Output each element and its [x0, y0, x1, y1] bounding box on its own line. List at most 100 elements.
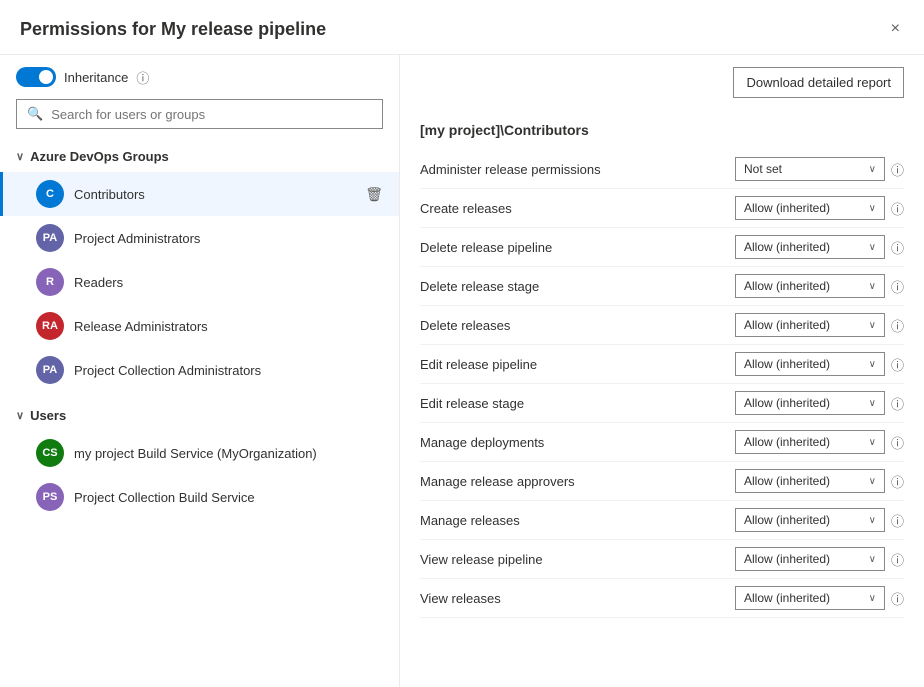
avatar: CS	[36, 439, 64, 467]
permission-value: Allow (inherited)	[744, 318, 830, 332]
permission-value: Allow (inherited)	[744, 396, 830, 410]
chevron-down-icon: ∨	[869, 398, 876, 409]
permission-dropdown[interactable]: Allow (inherited) ∨	[735, 547, 885, 571]
list-item[interactable]: C Contributors 🗑	[0, 172, 399, 216]
left-panel: Inheritance ⓘ 🔍 ∨ Azure DevOps Groups C …	[0, 55, 400, 687]
permission-name: Delete release pipeline	[420, 240, 735, 255]
permission-info-icon[interactable]: ⓘ	[891, 160, 904, 179]
permissions-dialog: Permissions for My release pipeline × In…	[0, 0, 924, 687]
list-item[interactable]: RA Release Administrators 🗑	[0, 304, 399, 348]
group-name: Contributors	[74, 187, 365, 202]
chevron-down-icon: ∨	[869, 554, 876, 565]
avatar: R	[36, 268, 64, 296]
permission-info-icon[interactable]: ⓘ	[891, 199, 904, 218]
avatar: PA	[36, 356, 64, 384]
azure-devops-groups-label: Azure DevOps Groups	[30, 149, 169, 164]
chevron-down-icon: ∨	[16, 150, 24, 163]
permission-value: Allow (inherited)	[744, 240, 830, 254]
permission-info-icon[interactable]: ⓘ	[891, 238, 904, 257]
users-section-header[interactable]: ∨ Users	[0, 400, 399, 431]
inheritance-toggle[interactable]	[16, 67, 56, 87]
permission-info-icon[interactable]: ⓘ	[891, 511, 904, 530]
permission-row: Delete release pipeline Allow (inherited…	[420, 228, 904, 267]
dialog-title: Permissions for My release pipeline	[20, 19, 326, 40]
permission-row: Create releases Allow (inherited) ∨ ⓘ	[420, 189, 904, 228]
delete-icon[interactable]: 🗑	[365, 186, 383, 203]
report-button-row: Download detailed report	[420, 55, 904, 114]
users-section: ∨ Users CS my project Build Service (MyO…	[0, 396, 399, 523]
search-box[interactable]: 🔍	[16, 99, 383, 129]
inheritance-info-icon[interactable]: ⓘ	[136, 68, 149, 87]
permission-info-icon[interactable]: ⓘ	[891, 277, 904, 296]
list-item[interactable]: PA Project Collection Administrators 🗑	[0, 348, 399, 392]
permission-value: Allow (inherited)	[744, 474, 830, 488]
permission-dropdown[interactable]: Allow (inherited) ∨	[735, 391, 885, 415]
azure-devops-groups-header[interactable]: ∨ Azure DevOps Groups	[0, 141, 399, 172]
permission-row: Manage release approvers Allow (inherite…	[420, 462, 904, 501]
chevron-down-icon: ∨	[869, 164, 876, 175]
permission-dropdown[interactable]: Allow (inherited) ∨	[735, 352, 885, 376]
permission-name: Manage releases	[420, 513, 735, 528]
right-panel: Download detailed report [my project]\Co…	[400, 55, 924, 687]
search-icon: 🔍	[27, 106, 43, 122]
permission-dropdown[interactable]: Allow (inherited) ∨	[735, 196, 885, 220]
list-item[interactable]: PA Project Administrators 🗑	[0, 216, 399, 260]
permission-info-icon[interactable]: ⓘ	[891, 550, 904, 569]
group-name: Project Collection Administrators	[74, 363, 365, 378]
permission-name: Delete release stage	[420, 279, 735, 294]
permission-row: Edit release pipeline Allow (inherited) …	[420, 345, 904, 384]
permission-name: Edit release pipeline	[420, 357, 735, 372]
permission-value: Allow (inherited)	[744, 591, 830, 605]
permission-value: Allow (inherited)	[744, 513, 830, 527]
permission-dropdown[interactable]: Allow (inherited) ∨	[735, 508, 885, 532]
permission-info-icon[interactable]: ⓘ	[891, 589, 904, 608]
chevron-down-icon: ∨	[869, 476, 876, 487]
permission-dropdown[interactable]: Allow (inherited) ∨	[735, 469, 885, 493]
permission-value: Allow (inherited)	[744, 435, 830, 449]
avatar: PA	[36, 224, 64, 252]
close-button[interactable]: ×	[887, 16, 904, 42]
permission-info-icon[interactable]: ⓘ	[891, 355, 904, 374]
permission-name: Delete releases	[420, 318, 735, 333]
dialog-header: Permissions for My release pipeline ×	[0, 0, 924, 55]
permission-info-icon[interactable]: ⓘ	[891, 433, 904, 452]
permission-name: View releases	[420, 591, 735, 606]
permission-dropdown[interactable]: Not set ∨	[735, 157, 885, 181]
permission-value: Allow (inherited)	[744, 279, 830, 293]
permission-dropdown[interactable]: Allow (inherited) ∨	[735, 274, 885, 298]
avatar: PS	[36, 483, 64, 511]
permission-dropdown[interactable]: Allow (inherited) ∨	[735, 586, 885, 610]
permission-name: Manage deployments	[420, 435, 735, 450]
list-item[interactable]: R Readers 🗑	[0, 260, 399, 304]
permission-value: Allow (inherited)	[744, 552, 830, 566]
chevron-down-icon: ∨	[869, 242, 876, 253]
permission-info-icon[interactable]: ⓘ	[891, 394, 904, 413]
permission-row: Manage deployments Allow (inherited) ∨ ⓘ	[420, 423, 904, 462]
group-name: Project Administrators	[74, 231, 365, 246]
permission-name: Manage release approvers	[420, 474, 735, 489]
permission-name: Create releases	[420, 201, 735, 216]
users-section-label: Users	[30, 408, 66, 423]
permission-info-icon[interactable]: ⓘ	[891, 316, 904, 335]
permission-row: View release pipeline Allow (inherited) …	[420, 540, 904, 579]
chevron-down-icon: ∨	[16, 409, 24, 422]
selected-group-title: [my project]\Contributors	[420, 114, 904, 150]
group-name: my project Build Service (MyOrganization…	[74, 446, 365, 461]
permission-row: Delete releases Allow (inherited) ∨ ⓘ	[420, 306, 904, 345]
search-input[interactable]	[51, 107, 372, 122]
download-report-button[interactable]: Download detailed report	[733, 67, 904, 98]
chevron-down-icon: ∨	[869, 320, 876, 331]
permission-row: Administer release permissions Not set ∨…	[420, 150, 904, 189]
permission-row: View releases Allow (inherited) ∨ ⓘ	[420, 579, 904, 618]
permission-value: Allow (inherited)	[744, 201, 830, 215]
permission-dropdown[interactable]: Allow (inherited) ∨	[735, 430, 885, 454]
permission-row: Edit release stage Allow (inherited) ∨ ⓘ	[420, 384, 904, 423]
list-item[interactable]: PS Project Collection Build Service 🗑	[0, 475, 399, 519]
permission-name: View release pipeline	[420, 552, 735, 567]
permission-info-icon[interactable]: ⓘ	[891, 472, 904, 491]
chevron-down-icon: ∨	[869, 437, 876, 448]
permission-dropdown[interactable]: Allow (inherited) ∨	[735, 235, 885, 259]
avatar: C	[36, 180, 64, 208]
permission-dropdown[interactable]: Allow (inherited) ∨	[735, 313, 885, 337]
list-item[interactable]: CS my project Build Service (MyOrganizat…	[0, 431, 399, 475]
